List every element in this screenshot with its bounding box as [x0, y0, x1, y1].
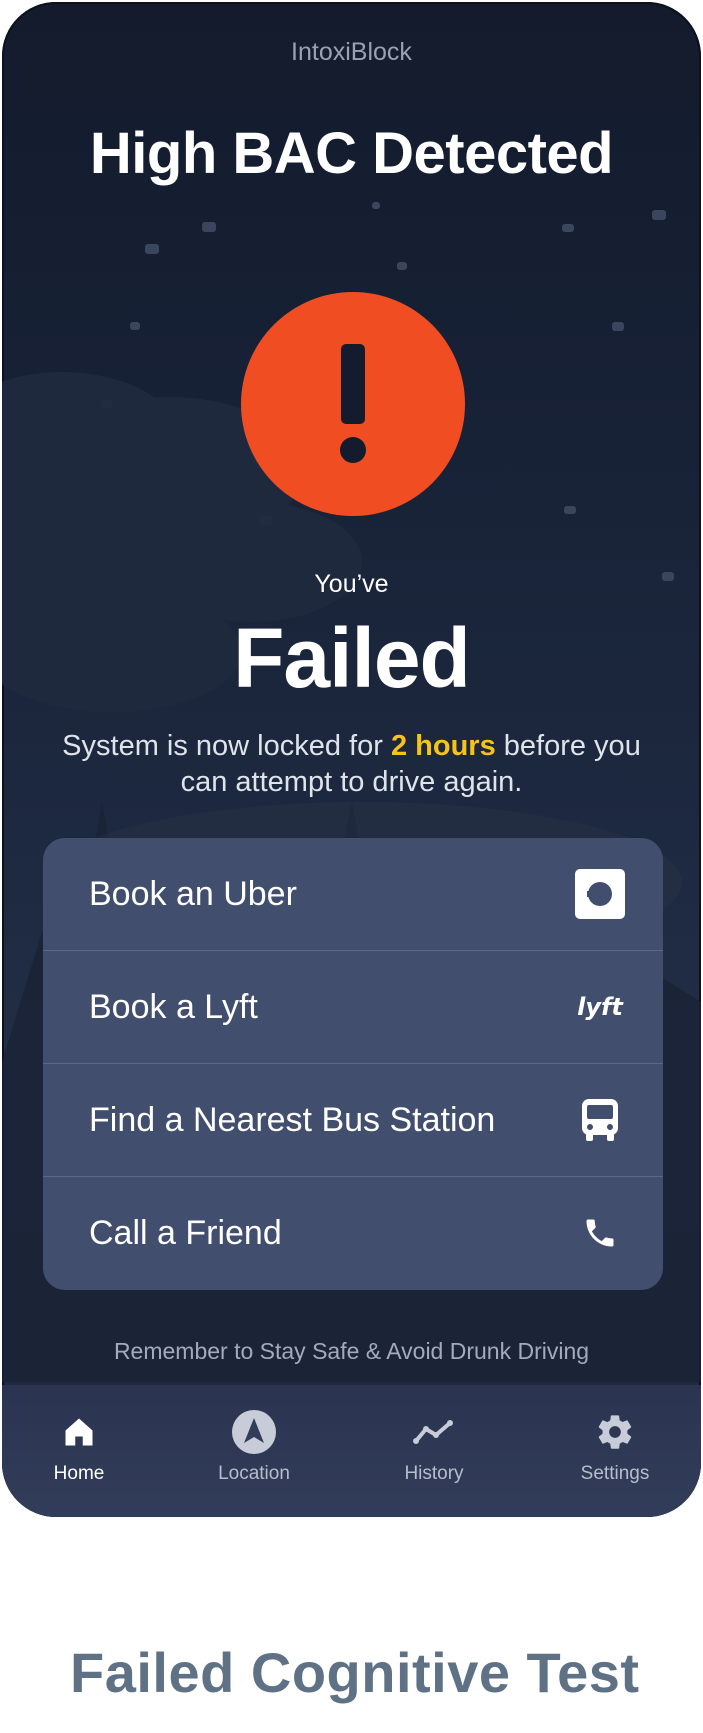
option-label: Book an Uber: [89, 874, 297, 913]
option-label: Call a Friend: [89, 1213, 282, 1252]
location-icon: [179, 1409, 329, 1455]
exclamation-icon: [241, 292, 465, 516]
safety-reminder: Remember to Stay Safe & Avoid Drunk Driv…: [113, 1338, 590, 1364]
phone-icon: [575, 1208, 625, 1258]
home-icon: [4, 1409, 154, 1455]
history-icon: [359, 1409, 509, 1455]
lock-duration: 2 hours: [390, 730, 496, 762]
nav-label: Location: [218, 1463, 290, 1484]
option-call-friend[interactable]: Call a Friend: [43, 1177, 663, 1289]
option-book-lyft[interactable]: Book a Lyft lyft: [43, 951, 663, 1064]
phone-screen: IntoxiBlock High BAC Detected You’ve Fai…: [2, 2, 701, 1517]
svg-text:lyft: lyft: [577, 993, 624, 1021]
uber-icon: [575, 869, 625, 919]
alert-headline: High BAC Detected: [89, 121, 614, 186]
bus-icon: [575, 1095, 625, 1145]
lock-message-before: System is now locked for: [62, 730, 391, 762]
lyft-icon: lyft: [575, 982, 625, 1032]
nav-label: Settings: [580, 1463, 650, 1484]
result-status: Failed: [233, 611, 471, 705]
option-find-bus-station[interactable]: Find a Nearest Bus Station: [43, 1064, 663, 1177]
nav-home[interactable]: Home: [4, 1409, 154, 1485]
nav-location[interactable]: Location: [179, 1409, 329, 1485]
nav-settings[interactable]: Settings: [540, 1409, 690, 1485]
nav-label: Home: [53, 1463, 105, 1484]
exclamation-bar: [341, 344, 365, 424]
option-label: Find a Nearest Bus Station: [89, 1100, 496, 1139]
nav-history[interactable]: History: [359, 1409, 509, 1485]
result-prefix: You’ve: [314, 570, 389, 598]
bottom-navigation: Home Location History Settings: [2, 1385, 701, 1517]
option-label: Book a Lyft: [89, 987, 258, 1026]
screen-caption: Failed Cognitive Test: [70, 1641, 640, 1704]
ride-options-list: Book an Uber Book a Lyft lyft Find a Nea…: [43, 838, 663, 1290]
gear-icon: [540, 1409, 690, 1455]
app-title: IntoxiBlock: [291, 38, 412, 66]
nav-label: History: [404, 1463, 464, 1484]
exclamation-dot: [340, 437, 366, 463]
lock-message: System is now locked for 2 hours before …: [42, 728, 661, 800]
option-book-uber[interactable]: Book an Uber: [43, 838, 663, 951]
